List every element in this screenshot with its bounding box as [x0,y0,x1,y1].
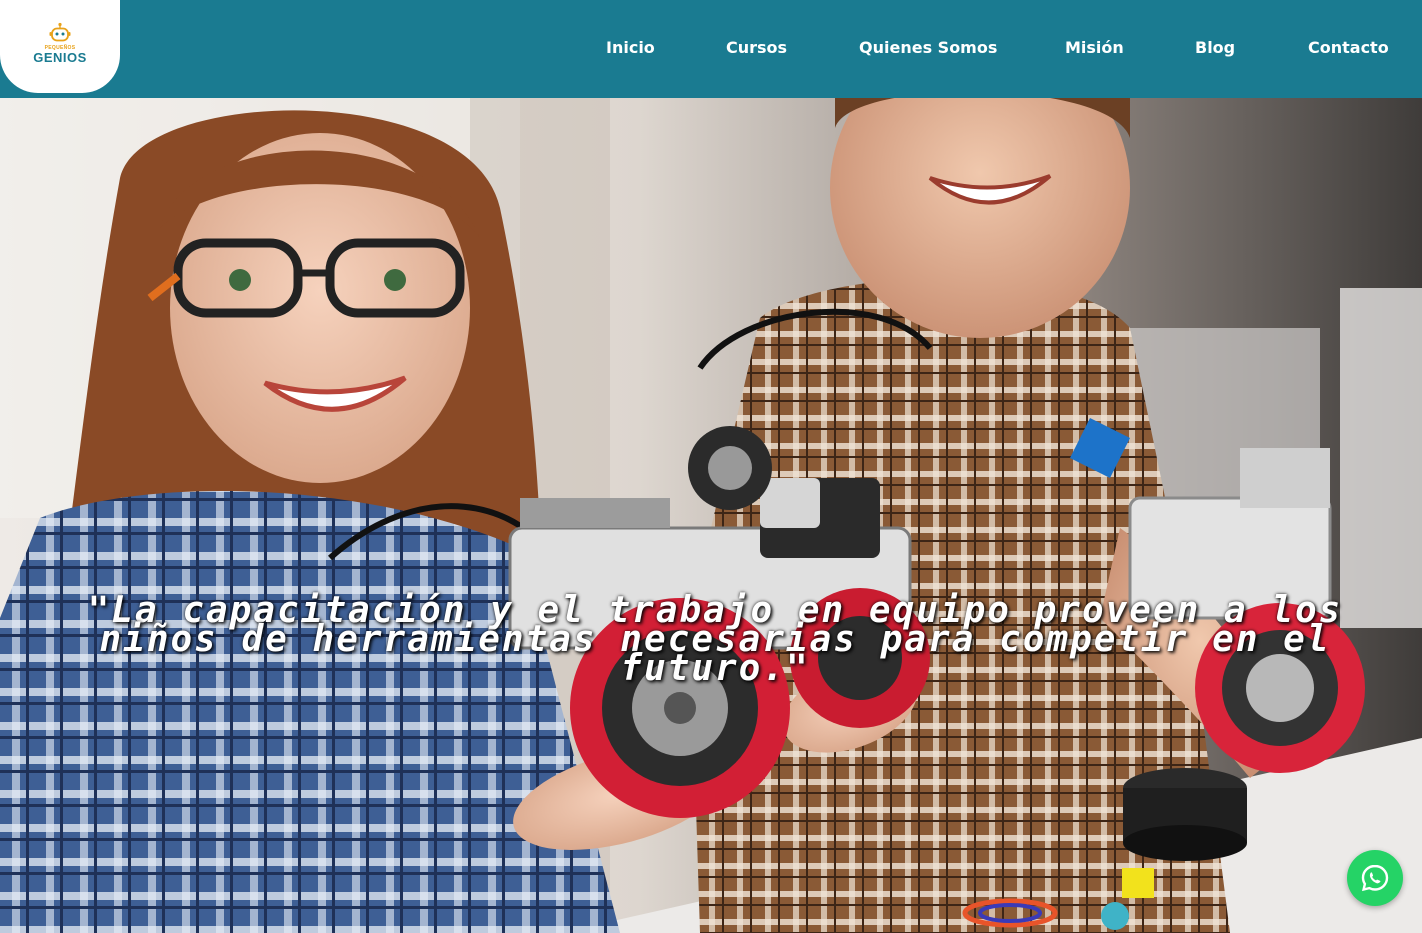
logo-big-text: GENIOS [33,49,87,65]
nav-item-quienes-somos[interactable]: Quienes Somos [859,38,997,57]
hero-section: "La capacitación y el trabajo en equipo … [0,98,1422,933]
whatsapp-icon [1361,864,1389,892]
site-logo[interactable]: PEQUEÑOS GENIOS [0,0,120,93]
whatsapp-button[interactable] [1347,850,1403,906]
nav-item-contacto[interactable]: Contacto [1308,38,1389,57]
nav-item-blog[interactable]: Blog [1195,38,1235,57]
hero-quote: "La capacitación y el trabajo en equipo … [87,590,1343,689]
nav-item-mision[interactable]: Misión [1065,38,1124,57]
robot-icon [49,22,71,41]
nav-item-inicio[interactable]: Inicio [606,38,655,57]
nav-item-cursos[interactable]: Cursos [726,38,787,57]
hero-photo [0,98,1422,933]
site-header: PEQUEÑOS GENIOS Inicio Cursos Quienes So… [0,0,1422,98]
